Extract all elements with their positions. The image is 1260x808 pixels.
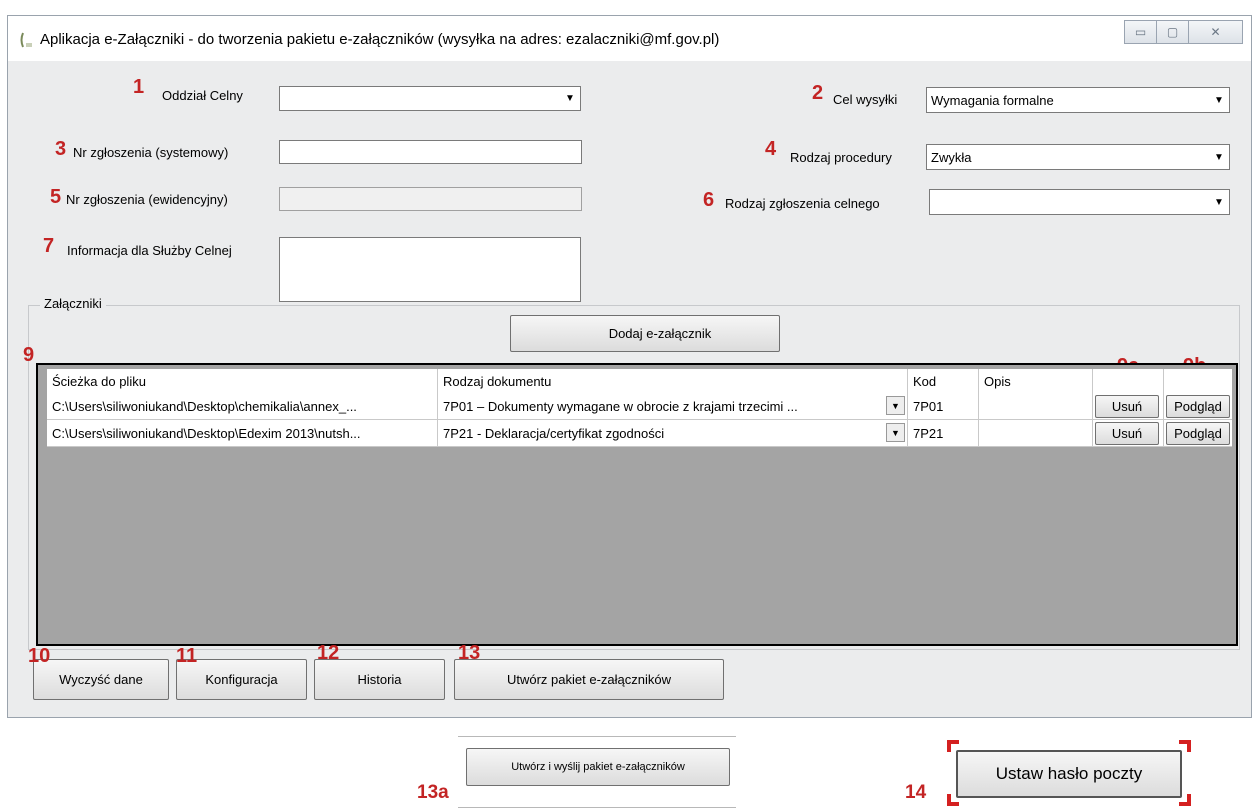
procedura-label: Rodzaj procedury xyxy=(790,150,892,165)
clear-data-button[interactable]: Wyczyść dane xyxy=(33,659,169,700)
cell-doc-type[interactable]: 7P01 – Dokumenty wymagane w obrocie z kr… xyxy=(438,393,908,420)
cell-code: 7P21 xyxy=(908,420,979,447)
cell-path[interactable]: C:\Users\siliwoniukand\Desktop\Edexim 20… xyxy=(47,420,438,447)
cell-desc[interactable] xyxy=(979,420,1093,447)
oddzial-label: Oddział Celny xyxy=(162,88,243,103)
table-row: C:\Users\siliwoniukand\Desktop\Edexim 20… xyxy=(47,420,1232,447)
info-label: Informacja dla Służby Celnej xyxy=(67,243,232,258)
close-button[interactable]: ✕ xyxy=(1188,20,1243,44)
column-header-delete xyxy=(1093,369,1164,393)
marker-6: 6 xyxy=(703,189,715,211)
cell-preview: Podgląd xyxy=(1164,420,1232,447)
window-controls: ▭ ▢ ✕ xyxy=(1124,20,1243,44)
maximize-button[interactable]: ▢ xyxy=(1156,20,1189,44)
app-icon xyxy=(20,32,32,48)
cell-preview: Podgląd xyxy=(1164,393,1232,420)
delete-button[interactable]: Usuń xyxy=(1095,421,1159,445)
marker-9: 9 xyxy=(23,344,35,366)
marker-4: 4 xyxy=(765,138,777,160)
rodzaj-zgl-label: Rodzaj zgłoszenia celnego xyxy=(725,196,880,211)
oddzial-combo[interactable]: ▼ xyxy=(279,86,581,111)
info-textarea[interactable] xyxy=(279,237,581,302)
create-package-button[interactable]: Utwórz pakiet e-załączników xyxy=(454,659,724,700)
marker-2: 2 xyxy=(812,82,824,104)
dropdown-arrow-icon[interactable]: ▼ xyxy=(886,396,905,415)
marker-14: 14 xyxy=(905,782,927,803)
procedura-combo[interactable]: Zwykła ▼ xyxy=(926,144,1230,170)
attachments-group-label: Załączniki xyxy=(40,296,106,311)
marker-13: 13 xyxy=(458,642,481,664)
marker-5: 5 xyxy=(50,186,62,208)
cell-desc[interactable] xyxy=(979,393,1093,420)
column-header-desc: Opis xyxy=(979,369,1093,393)
cell-code: 7P01 xyxy=(908,393,979,420)
marker-1: 1 xyxy=(133,76,145,98)
cel-label: Cel wysyłki xyxy=(833,92,898,107)
cel-value: Wymagania formalne xyxy=(931,92,1054,108)
cell-delete: Usuń xyxy=(1093,420,1164,447)
nr-sys-input[interactable] xyxy=(279,140,582,164)
nr-ewid-input xyxy=(279,187,582,211)
cell-delete: Usuń xyxy=(1093,393,1164,420)
delete-button[interactable]: Usuń xyxy=(1095,394,1159,418)
history-button[interactable]: Historia xyxy=(314,659,445,700)
title-bar: Aplikacja e-Załączniki - do tworzenia pa… xyxy=(8,16,1251,61)
table-row: C:\Users\siliwoniukand\Desktop\chemikali… xyxy=(47,393,1232,420)
marker-12: 12 xyxy=(317,642,340,664)
marker-3: 3 xyxy=(55,138,67,160)
rodzaj-zgl-combo[interactable]: ▼ xyxy=(929,189,1230,215)
window-title: Aplikacja e-Załączniki - do tworzenia pa… xyxy=(40,31,720,48)
column-header-doc-type: Rodzaj dokumentu xyxy=(438,369,908,393)
minimize-button[interactable]: ▭ xyxy=(1124,20,1157,44)
cell-path[interactable]: C:\Users\siliwoniukand\Desktop\chemikali… xyxy=(47,393,438,420)
dropdown-arrow-icon[interactable]: ▼ xyxy=(1210,146,1228,168)
cel-combo[interactable]: Wymagania formalne ▼ xyxy=(926,87,1230,113)
create-and-send-button[interactable]: Utwórz i wyślij pakiet e-załączników xyxy=(466,748,730,786)
doc-type-value: 7P01 – Dokumenty wymagane w obrocie z kr… xyxy=(443,398,798,414)
cell-doc-type[interactable]: 7P21 - Deklaracja/certyfikat zgodności ▼ xyxy=(438,420,908,447)
dropdown-arrow-icon[interactable]: ▼ xyxy=(886,423,905,442)
add-attachment-button[interactable]: Dodaj e-załącznik xyxy=(510,315,780,352)
attachments-grid: Ścieżka do pliku Rodzaj dokumentu Kod Op… xyxy=(36,363,1238,646)
column-header-code: Kod xyxy=(908,369,979,393)
marker-10: 10 xyxy=(28,645,51,667)
dropdown-arrow-icon[interactable]: ▼ xyxy=(561,88,579,109)
dropdown-arrow-icon[interactable]: ▼ xyxy=(1210,191,1228,213)
preview-button[interactable]: Podgląd xyxy=(1166,421,1230,445)
marker-11: 11 xyxy=(176,645,198,667)
procedura-value: Zwykła xyxy=(931,149,972,165)
marker-7: 7 xyxy=(43,235,55,257)
add-attachment-label: Dodaj e-załącznik xyxy=(608,326,712,341)
marker-13a: 13a xyxy=(417,782,449,803)
nr-sys-label: Nr zgłoszenia (systemowy) xyxy=(73,145,229,160)
doc-type-value: 7P21 - Deklaracja/certyfikat zgodności xyxy=(443,425,665,441)
column-header-preview xyxy=(1164,369,1232,393)
grid-header: Ścieżka do pliku Rodzaj dokumentu Kod Op… xyxy=(47,369,1232,393)
column-header-path: Ścieżka do pliku xyxy=(47,369,438,393)
nr-ewid-label: Nr zgłoszenia (ewidencyjny) xyxy=(66,192,228,207)
dropdown-arrow-icon[interactable]: ▼ xyxy=(1210,89,1228,111)
set-mail-password-button[interactable]: Ustaw hasło poczty xyxy=(956,750,1182,798)
preview-button[interactable]: Podgląd xyxy=(1166,394,1230,418)
